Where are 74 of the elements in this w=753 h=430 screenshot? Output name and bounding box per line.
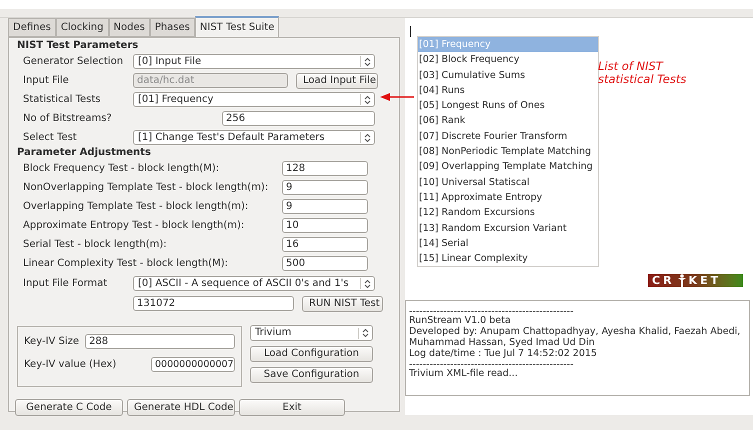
field-label: NonOverlapping Template Test - block length(m):: [23, 181, 270, 195]
field-label: Statistical Tests: [23, 93, 102, 107]
field-label: No of Bitstreams?: [23, 112, 113, 126]
button[interactable]: Load Configuration: [250, 346, 373, 362]
updown-icon: [362, 328, 369, 338]
input-field[interactable]: 9: [282, 199, 368, 214]
updown-icon: [364, 278, 371, 288]
input-field[interactable]: 9: [282, 180, 368, 195]
log-line: Trivium XML-file read...: [409, 368, 518, 379]
input-field[interactable]: 10: [282, 218, 368, 233]
dropdown[interactable]: [0] ASCII - A sequence of ASCII 0's and 1's: [133, 276, 375, 291]
list-item[interactable]: [02] Block Frequency: [418, 52, 598, 68]
field-label: Approximate Entropy Test - block length(m):: [23, 219, 246, 233]
list-item[interactable]: [10] Universal Statiscal: [418, 174, 598, 190]
logo-text: KET: [688, 275, 722, 286]
text-cursor: [410, 26, 411, 37]
arrow: [380, 93, 414, 101]
field-label: Input File Format: [23, 277, 108, 291]
field-label: Linear Complexity Test - block length(M):: [23, 257, 229, 271]
list-item[interactable]: [13] Random Excursion Variant: [418, 220, 598, 236]
button[interactable]: Exit: [239, 399, 345, 416]
section-heading: NIST Test Parameters: [17, 40, 140, 52]
list-item[interactable]: [04] Runs: [418, 82, 598, 98]
tab[interactable]: Clocking: [56, 18, 108, 37]
dropdown[interactable]: Trivium: [250, 325, 373, 341]
input-field[interactable]: 0000000000007: [151, 357, 235, 372]
list-item[interactable]: [09] Overlapping Template Matching: [418, 159, 598, 175]
log-line: Developed by: Anupam Chattopadhyay, Ayesha Khalid, Faezah Abedi,: [409, 326, 740, 337]
updown-icon: [364, 56, 371, 66]
list-item[interactable]: [11] Approximate Entropy: [418, 190, 598, 206]
annotation-text: List of NIST statistical Tests: [598, 60, 688, 86]
list-item[interactable]: [14] Serial: [418, 236, 598, 252]
dropdown[interactable]: [01] Frequency: [133, 92, 375, 107]
field-label: Select Test: [23, 131, 78, 145]
button[interactable]: Generate HDL Code: [127, 399, 235, 416]
log-line: ------------------------------------------------: [409, 306, 574, 315]
tab[interactable]: Nodes: [108, 18, 150, 37]
input-field[interactable]: 16: [282, 237, 368, 252]
button[interactable]: RUN NIST Test: [302, 296, 383, 312]
list-item[interactable]: [08] NonPeriodic Template Matching: [418, 144, 598, 160]
log-line: Muhammad Hassan, Syed Imad Ud Din: [409, 337, 595, 348]
list-item[interactable]: [07] Discrete Fourier Transform: [418, 128, 598, 144]
updown-icon: [364, 94, 371, 104]
dropdown[interactable]: [1] Change Test's Default Parameters: [133, 130, 375, 145]
tab[interactable]: NIST Test Suite: [194, 16, 280, 37]
section-heading: Parameter Adjustments: [17, 147, 151, 159]
input-field[interactable]: 128: [282, 161, 368, 176]
input-field[interactable]: 288: [85, 334, 235, 349]
field-label: Overlapping Template Test - block length(m):: [23, 200, 250, 214]
field-label: Block Frequency Test - block length(M):: [23, 162, 220, 176]
tab[interactable]: Phases: [150, 18, 195, 37]
list-item[interactable]: [06] Rank: [418, 113, 598, 129]
field-label: Input File: [23, 74, 70, 88]
input-field[interactable]: 500: [282, 256, 368, 271]
input-field[interactable]: 256: [222, 111, 375, 126]
button[interactable]: Generate C Code: [15, 399, 123, 416]
tab[interactable]: Defines: [8, 18, 56, 37]
list-item[interactable]: [03] Cumulative Sums: [418, 68, 598, 83]
field-label: Serial Test - block length(m):: [23, 238, 168, 252]
list-item[interactable]: [15] Linear Complexity: [418, 251, 598, 266]
updown-icon: [364, 132, 371, 142]
button[interactable]: Save Configuration: [250, 367, 373, 383]
input-field[interactable]: 131072: [133, 296, 294, 311]
log-line: ------------------------------------------------: [409, 359, 574, 368]
list-item[interactable]: [12] Random Excursions: [418, 205, 598, 221]
list-item[interactable]: [05] Longest Runs of Ones: [418, 98, 598, 114]
field-label: Generator Selection: [23, 55, 124, 69]
log-line: RunStream V1.0 beta: [409, 315, 511, 326]
log-line: Log date/time : Tue Jul 7 14:52:02 2015: [409, 348, 597, 359]
dropdown[interactable]: [0] Input File: [133, 54, 375, 69]
field-label: Key-IV Size: [24, 335, 80, 349]
logo-text: CR: [652, 275, 675, 286]
field-label: Key-IV value (Hex): [24, 358, 116, 372]
figure-icon: [676, 274, 687, 287]
